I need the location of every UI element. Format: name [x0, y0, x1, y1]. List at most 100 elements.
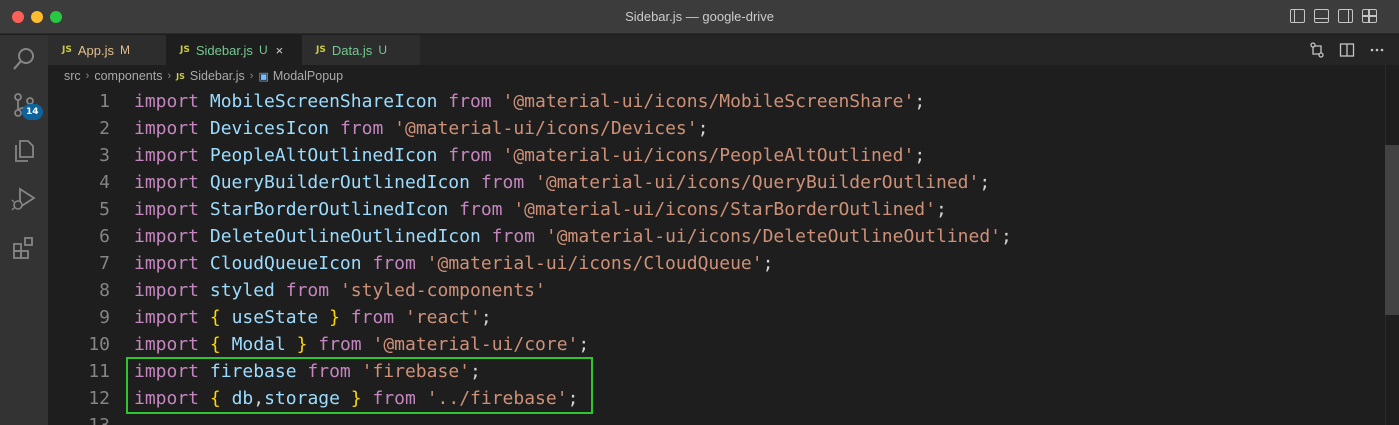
chevron-right-icon: ›	[249, 70, 254, 82]
code-content: import PeopleAltOutlinedIcon from '@mate…	[134, 142, 925, 169]
explorer-files-icon	[15, 140, 34, 162]
activity-extensions[interactable]	[0, 223, 48, 271]
tab-data-js[interactable]: JS Data.js U	[302, 35, 420, 65]
code-token: ;	[480, 307, 492, 328]
open-changes-icon[interactable]	[1309, 42, 1325, 58]
breadcrumb: src › components › JS Sidebar.js › ▣ Mod…	[48, 65, 1399, 87]
code-token: ;	[578, 334, 590, 355]
breadcrumb-item-symbol[interactable]: ModalPopup	[273, 69, 343, 83]
scrollbar-thumb[interactable]	[1385, 145, 1399, 315]
more-actions-icon[interactable]	[1369, 42, 1385, 58]
editor-actions	[1309, 42, 1385, 58]
tab-git-status: U	[378, 43, 387, 57]
breadcrumb-item-src[interactable]: src	[64, 69, 81, 83]
code-token: import	[134, 280, 200, 301]
code-token: ;	[762, 253, 774, 274]
activity-run-debug[interactable]	[0, 175, 48, 223]
code-editor[interactable]: 1 import MobileScreenShareIcon from '@mat…	[48, 88, 1385, 425]
code-token: ;	[979, 172, 991, 193]
code-token: from	[307, 361, 351, 382]
code-token: from	[448, 91, 492, 112]
code-token: {	[209, 334, 221, 355]
tab-close-icon[interactable]: ×	[276, 43, 284, 58]
code-token: Modal	[231, 334, 286, 355]
editor-scrollbar[interactable]	[1385, 65, 1399, 425]
code-token: from	[372, 388, 416, 409]
code-token: ;	[935, 199, 947, 220]
code-token: }	[350, 388, 362, 409]
code-token: styled	[209, 280, 275, 301]
code-token: useState	[231, 307, 319, 328]
activity-explorer[interactable]	[0, 127, 48, 175]
code-token: import	[134, 226, 200, 247]
extensions-icon	[13, 237, 33, 259]
code-token: from	[285, 280, 330, 301]
line-number: 7	[99, 253, 110, 274]
code-token: ;	[914, 145, 926, 166]
layout-controls	[1290, 9, 1377, 23]
activity-bar: 14	[0, 35, 48, 425]
breadcrumb-item-file[interactable]: Sidebar.js	[190, 69, 245, 83]
code-content: import StarBorderOutlinedIcon from '@mat…	[134, 196, 947, 223]
search-icon	[13, 48, 34, 70]
code-content: import styled from 'styled-components'	[134, 277, 546, 304]
code-token: import	[134, 388, 200, 409]
code-content: import { useState } from 'react';	[134, 304, 492, 331]
tab-git-status: M	[119, 43, 130, 57]
code-token: db	[231, 388, 254, 409]
line-number: 2	[99, 118, 110, 139]
code-token: '../firebase'	[426, 388, 568, 409]
code-token: import	[134, 91, 200, 112]
line-number: 6	[99, 226, 110, 247]
line-number: 3	[99, 145, 110, 166]
toggle-secondary-sidebar-icon[interactable]	[1338, 9, 1353, 23]
code-content: import CloudQueueIcon from '@material-ui…	[134, 250, 773, 277]
line-number: 5	[99, 199, 110, 220]
code-token: ;	[1001, 226, 1012, 247]
code-token: from	[459, 199, 503, 220]
code-token: import	[134, 253, 200, 274]
code-content: import { Modal } from '@material-ui/core…	[134, 331, 589, 358]
tab-sidebar-js[interactable]: JS Sidebar.js U ×	[166, 35, 302, 65]
code-token: from	[372, 253, 416, 274]
tab-label: App.js	[77, 42, 114, 58]
line-number: 13	[48, 412, 110, 425]
code-token: {	[209, 388, 221, 409]
code-token: '@material-ui/core'	[372, 334, 579, 355]
code-token: ;	[914, 91, 926, 112]
code-token: }	[296, 334, 308, 355]
code-token: storage	[264, 388, 340, 409]
line-number: 11	[88, 361, 110, 382]
code-token: ,	[253, 388, 265, 409]
code-token: ;	[567, 388, 579, 409]
tab-app-js[interactable]: JS App.js M	[48, 35, 166, 65]
code-content: import { db,storage } from '../firebase'…	[134, 385, 578, 412]
breadcrumb-item-components[interactable]: components	[94, 69, 162, 83]
activity-search[interactable]	[0, 35, 48, 83]
code-token: import	[134, 307, 200, 328]
split-editor-icon[interactable]	[1339, 42, 1355, 58]
code-token: from	[339, 118, 384, 139]
source-control-badge: 14	[22, 104, 43, 120]
tab-label: Data.js	[331, 42, 373, 58]
toggle-primary-sidebar-icon[interactable]	[1290, 9, 1305, 23]
toggle-panel-icon[interactable]	[1314, 9, 1329, 23]
code-token: '@material-ui/icons/StarBorderOutlined'	[513, 199, 936, 220]
code-content: import QueryBuilderOutlinedIcon from '@m…	[134, 169, 990, 196]
code-token: '@material-ui/icons/DeleteOutlineOutline…	[545, 226, 1002, 247]
code-token: from	[350, 307, 395, 328]
customize-layout-icon[interactable]	[1362, 9, 1377, 23]
